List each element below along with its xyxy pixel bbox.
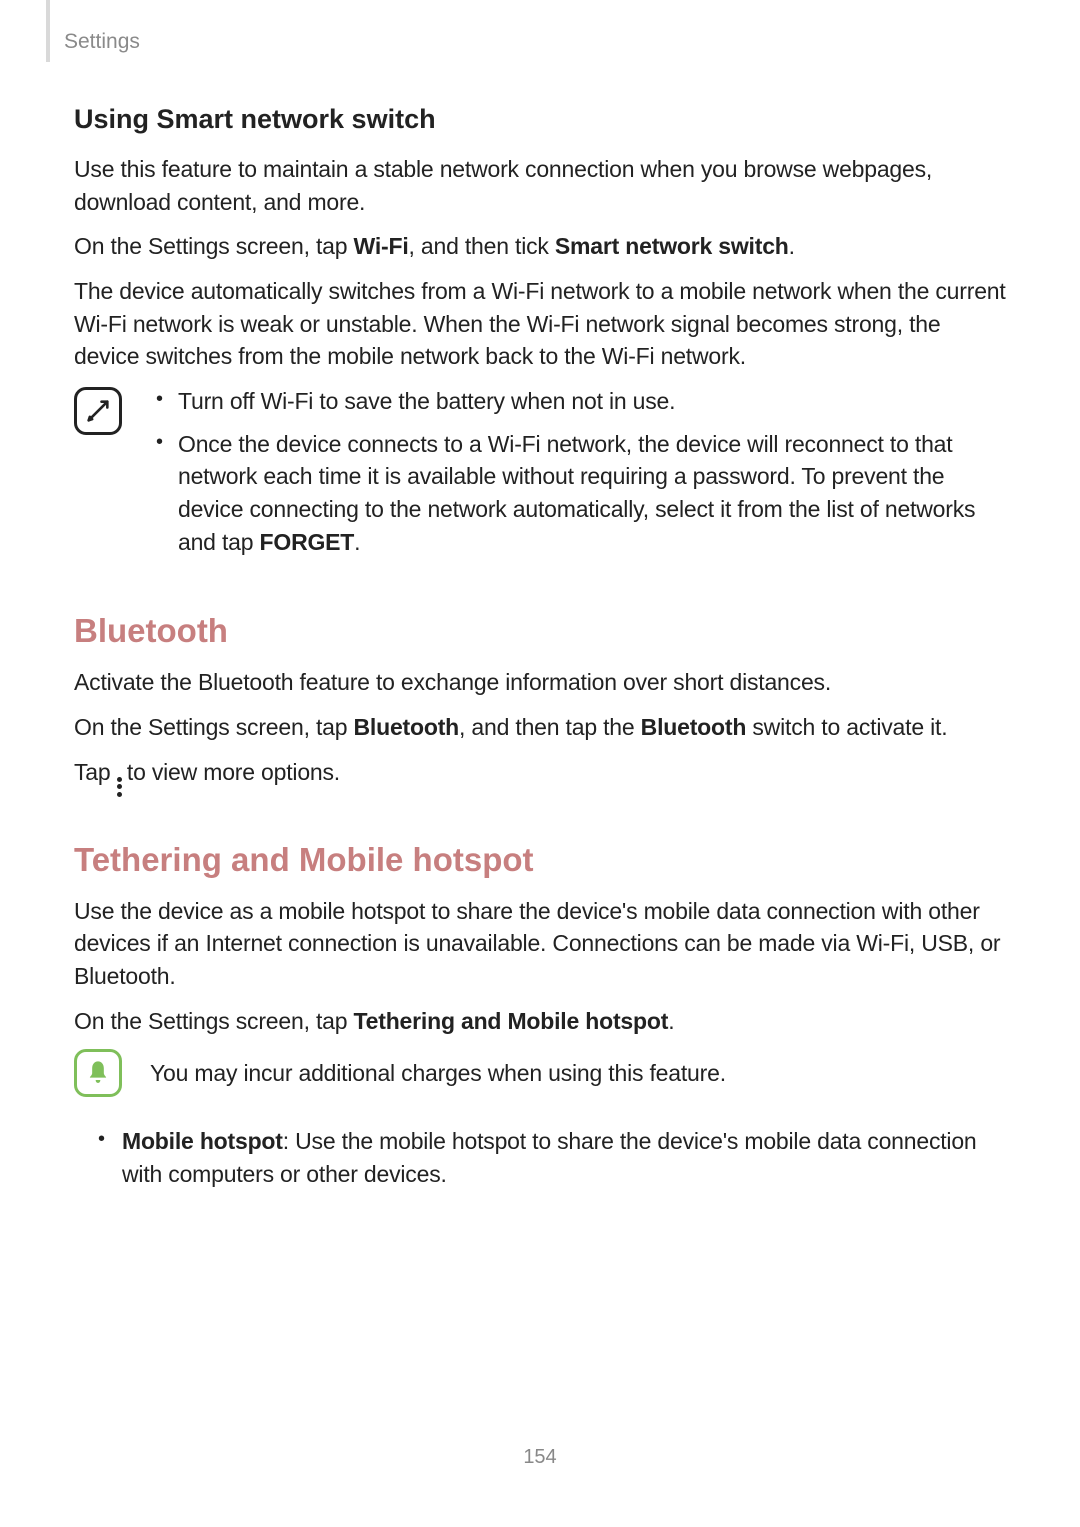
- bluetooth-intro: Activate the Bluetooth feature to exchan…: [74, 666, 1008, 699]
- sns-instruction: On the Settings screen, tap Wi-Fi, and t…: [74, 230, 1008, 263]
- manual-page: Settings Using Smart network switch Use …: [0, 0, 1080, 1527]
- bluetooth-instruction: On the Settings screen, tap Bluetooth, a…: [74, 711, 1008, 744]
- text: , and then tick: [409, 233, 555, 259]
- text: Tap: [74, 759, 117, 785]
- text: .: [789, 233, 795, 259]
- tether-intro: Use the device as a mobile hotspot to sh…: [74, 895, 1008, 993]
- smart-network-switch-label: Smart network switch: [555, 233, 789, 259]
- text: switch to activate it.: [746, 714, 947, 740]
- caution-text: You may incur additional charges when us…: [150, 1060, 726, 1087]
- caution-block: You may incur additional charges when us…: [74, 1049, 1008, 1097]
- heading-tethering: Tethering and Mobile hotspot: [74, 841, 1008, 879]
- header-section-label: Settings: [64, 30, 140, 54]
- tether-instruction: On the Settings screen, tap Tethering an…: [74, 1005, 1008, 1038]
- bell-icon: [84, 1059, 112, 1087]
- text: .: [668, 1008, 674, 1034]
- caution-icon-box: [74, 1049, 122, 1097]
- note-block: Turn off Wi-Fi to save the battery when …: [74, 385, 1008, 568]
- page-number: 154: [0, 1446, 1080, 1469]
- text: On the Settings screen, tap: [74, 1008, 354, 1034]
- pencil-note-icon: [84, 397, 112, 425]
- wifi-label: Wi-Fi: [354, 233, 409, 259]
- text: On the Settings screen, tap: [74, 714, 354, 740]
- bluetooth-more-options: Tap to view more options.: [74, 756, 1008, 797]
- note-icon: [74, 387, 122, 435]
- page-content: Using Smart network switch Use this feat…: [74, 104, 1008, 1190]
- sns-intro: Use this feature to maintain a stable ne…: [74, 153, 1008, 218]
- header-rule: [46, 0, 50, 62]
- text: , and then tap the: [459, 714, 641, 740]
- tether-bullet-list: Mobile hotspot: Use the mobile hotspot t…: [94, 1125, 1008, 1190]
- mobile-hotspot-label: Mobile hotspot: [122, 1128, 283, 1154]
- text: On the Settings screen, tap: [74, 233, 354, 259]
- note-item-battery: Turn off Wi-Fi to save the battery when …: [150, 385, 1008, 418]
- text: to view more options.: [121, 759, 340, 785]
- heading-bluetooth: Bluetooth: [74, 612, 1008, 650]
- bluetooth-switch-label: Bluetooth: [641, 714, 747, 740]
- note-list: Turn off Wi-Fi to save the battery when …: [150, 385, 1008, 568]
- sns-behaviour: The device automatically switches from a…: [74, 275, 1008, 373]
- note-item-forget: Once the device connects to a Wi-Fi netw…: [150, 428, 1008, 559]
- forget-label: FORGET: [260, 529, 355, 555]
- text: .: [354, 529, 360, 555]
- tether-item-mobile-hotspot: Mobile hotspot: Use the mobile hotspot t…: [94, 1125, 1008, 1190]
- heading-smart-network-switch: Using Smart network switch: [74, 104, 1008, 135]
- tethering-label: Tethering and Mobile hotspot: [354, 1008, 669, 1034]
- bluetooth-label: Bluetooth: [354, 714, 460, 740]
